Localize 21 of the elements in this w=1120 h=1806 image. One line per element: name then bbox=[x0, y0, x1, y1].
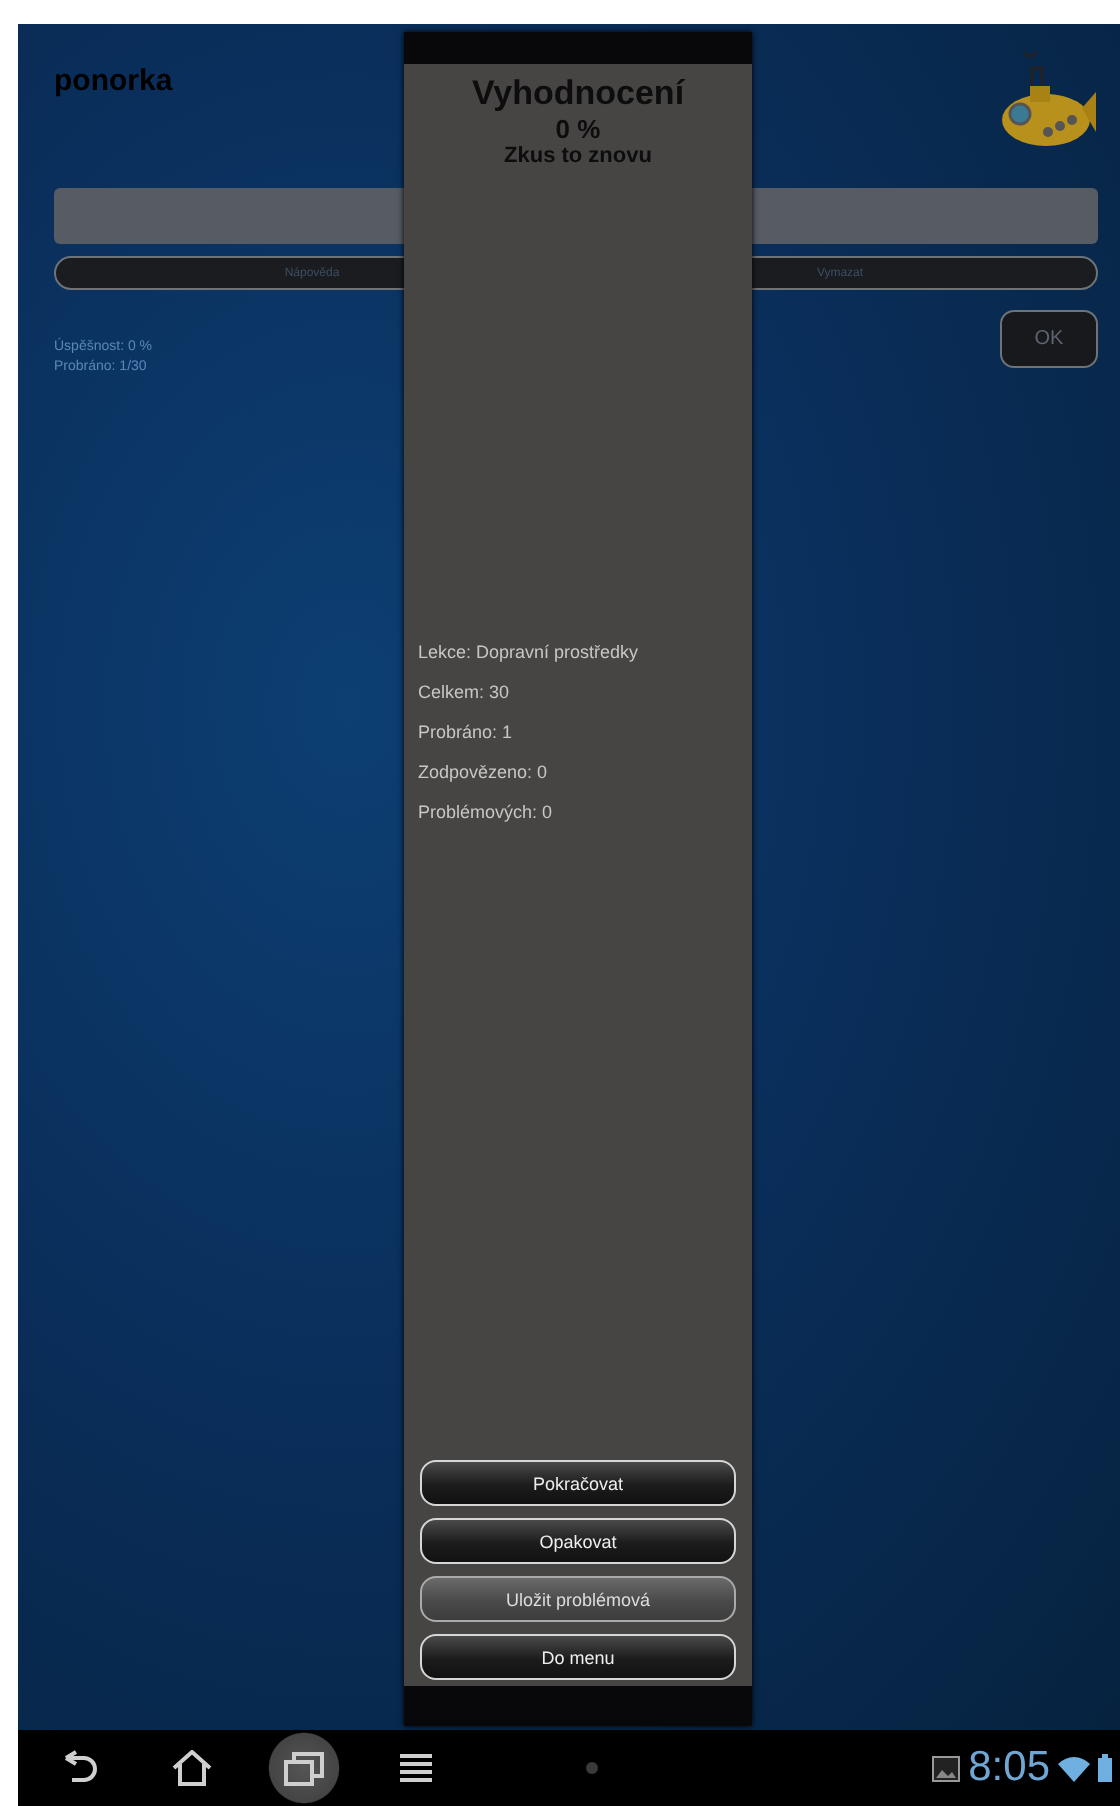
info-line: Celkem: 30 bbox=[418, 682, 512, 702]
dialog-button[interactable]: Pokračovat bbox=[420, 1460, 736, 1506]
home-icon bbox=[172, 1750, 212, 1786]
result-message: Zkus to znovu bbox=[502, 144, 654, 168]
dialog-button[interactable]: Do menu bbox=[420, 1634, 736, 1680]
info-line: Zodpovězeno: 0 bbox=[418, 762, 550, 782]
page-dot bbox=[586, 1762, 598, 1774]
info-line: Probráno: 1 bbox=[418, 722, 515, 742]
recent-apps-icon bbox=[284, 1750, 324, 1786]
score-text: 0 % bbox=[555, 114, 603, 144]
info-line: Lekce: Dopravní prostředky bbox=[418, 642, 641, 662]
clock-time: 8:05 bbox=[968, 1744, 1050, 1792]
menu-icon bbox=[400, 1752, 432, 1784]
app-title: ponorka bbox=[54, 64, 173, 98]
back-icon bbox=[60, 1750, 100, 1786]
battery-icon bbox=[1098, 1754, 1112, 1782]
dialog-button[interactable]: Opakovat bbox=[420, 1518, 736, 1564]
wifi-icon bbox=[1058, 1755, 1090, 1781]
dialog-title: Vyhodnocení bbox=[469, 74, 687, 114]
info-line: Problémových: 0 bbox=[418, 802, 555, 822]
picture-icon bbox=[932, 1755, 961, 1781]
